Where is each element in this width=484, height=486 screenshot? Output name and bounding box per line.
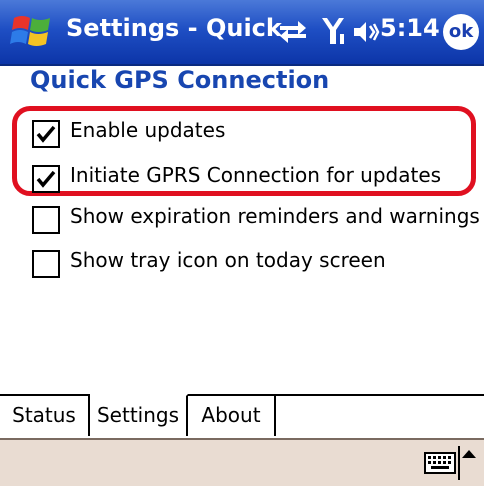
option-label: Initiate GPRS Connection for updates [70,163,442,187]
tab-about[interactable]: About [188,396,276,436]
tab-strip: Status Settings About [0,394,484,440]
keyboard-icon[interactable] [424,452,456,474]
clock-time: 5:14 [380,14,440,42]
tab-settings[interactable]: Settings [90,394,188,436]
sync-arrows-icon[interactable] [276,16,310,46]
speaker-icon[interactable] [352,18,380,46]
expiration-reminders-checkbox[interactable] [32,206,60,234]
checkmark-icon [36,125,56,143]
tray-icon-checkbox[interactable] [32,250,60,278]
input-menu-arrow-icon[interactable] [462,450,476,458]
enable-updates-checkbox[interactable] [32,120,60,148]
window-title: Settings - Quick [66,14,282,42]
title-bar: Settings - Quick 5:14 ok [0,0,484,66]
divider [458,446,460,480]
command-bar [0,438,484,486]
ok-button[interactable]: ok [443,14,479,50]
page-title: Quick GPS Connection [30,66,330,94]
windows-flag-icon[interactable] [8,8,56,56]
option-label: Show expiration reminders and warnings [70,204,480,228]
option-label: Show tray icon on today screen [70,248,386,272]
checkmark-icon [36,170,56,188]
tab-status[interactable]: Status [0,396,90,436]
option-label: Enable updates [70,118,226,142]
signal-icon[interactable] [320,16,346,46]
initiate-gprs-checkbox[interactable] [32,165,60,193]
